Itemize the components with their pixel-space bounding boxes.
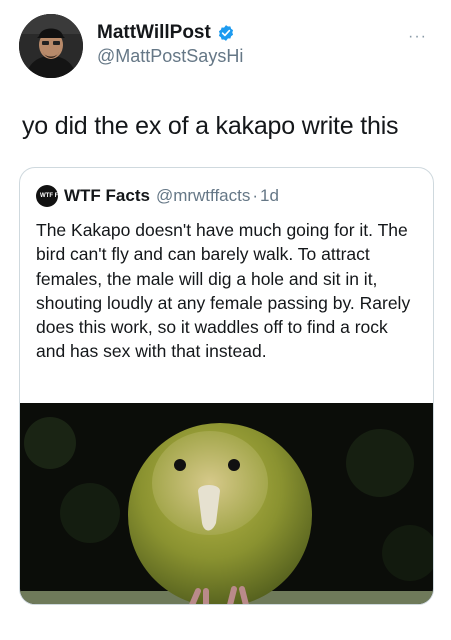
quoted-avatar-label: WTF FACTS [40,192,75,199]
quoted-tweet-text: The Kakapo doesn't have much going for i… [36,220,411,362]
author-display-name[interactable]: MattWillPost [97,22,211,44]
author-name-row[interactable]: MattWillPost [97,22,235,44]
kakapo-photo-icon[interactable] [20,403,433,605]
verified-badge-icon [218,25,233,41]
author-handle[interactable]: @MattPostSaysHi [97,46,243,67]
quoted-separator: · [252,186,259,205]
profile-photo-icon [19,14,83,78]
quoted-timestamp[interactable]: 1d [260,186,279,206]
tweet-text: yo did the ex of a kakapo write this [22,112,399,140]
quoted-author-avatar[interactable]: WTF FACTS [36,185,75,207]
author-avatar[interactable] [19,14,83,78]
quoted-author-handle[interactable]: @mrwtffacts [156,186,250,206]
quoted-tweet-header: WTF FACTS WTF Facts @mrwtffacts · 1d [36,185,279,207]
quoted-author-name[interactable]: WTF Facts [64,186,150,206]
more-dots-icon[interactable]: ··· [408,28,427,46]
quoted-tweet-card[interactable]: WTF FACTS WTF Facts @mrwtffacts · 1d The… [19,167,434,605]
